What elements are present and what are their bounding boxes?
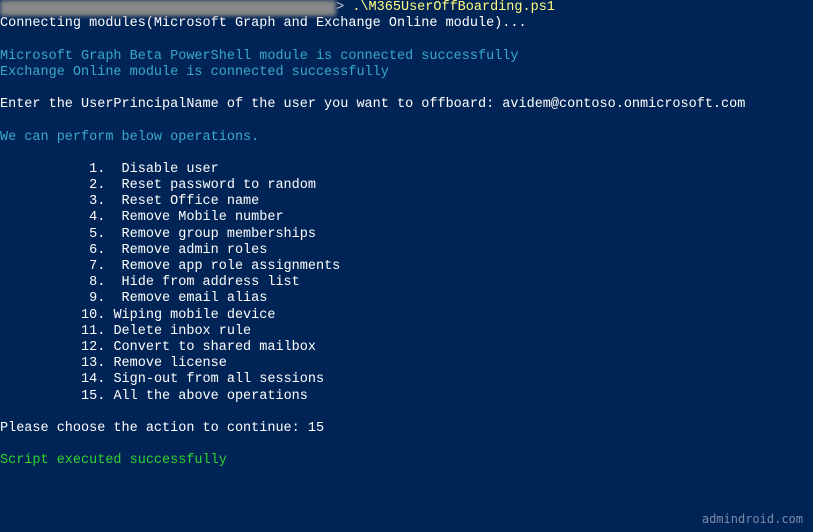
operation-item: 5. Remove group memberships (0, 227, 813, 243)
op-num: 6. (81, 243, 105, 258)
blank-line (0, 81, 813, 97)
op-num: 10. (81, 308, 105, 323)
operation-item: 13. Remove license (0, 356, 813, 372)
operation-item: 15. All the above operations (0, 389, 813, 405)
blank-line (0, 32, 813, 48)
operation-item: 12. Convert to shared mailbox (0, 340, 813, 356)
action-prompt-label: Please choose the action to continue: (0, 421, 308, 436)
op-label: Remove admin roles (122, 243, 268, 258)
operation-item: 10. Wiping mobile device (0, 308, 813, 324)
operation-item: 2. Reset password to random (0, 178, 813, 194)
operations-header: We can perform below operations. (0, 130, 813, 146)
operation-item: 4. Remove Mobile number (0, 210, 813, 226)
op-label: Convert to shared mailbox (113, 340, 316, 355)
op-num: 2. (81, 178, 105, 193)
op-label: Disable user (122, 162, 219, 177)
upn-prompt-label: Enter the UserPrincipalName of the user … (0, 97, 502, 112)
operation-item: 7. Remove app role assignments (0, 259, 813, 275)
op-label: Remove app role assignments (122, 259, 341, 274)
graph-connected-line: Microsoft Graph Beta PowerShell module i… (0, 49, 813, 65)
prompt-line: C:\Users\ArunachalamSekar\Desktop\Script… (0, 0, 813, 16)
op-num: 13. (81, 356, 105, 371)
op-num: 8. (81, 275, 105, 290)
operations-list: 1. Disable user 2. Reset password to ran… (0, 162, 813, 405)
exo-connected-line: Exchange Online module is connected succ… (0, 65, 813, 81)
powershell-terminal[interactable]: C:\Users\ArunachalamSekar\Desktop\Script… (0, 0, 813, 469)
op-num: 7. (81, 259, 105, 274)
op-label: Remove email alias (122, 291, 268, 306)
command-text: .\M365UserOffBoarding.ps1 (352, 0, 555, 15)
op-label: Reset Office name (122, 194, 260, 209)
op-num: 1. (81, 162, 105, 177)
upn-prompt-line: Enter the UserPrincipalName of the user … (0, 97, 813, 113)
op-label: Sign-out from all sessions (113, 372, 324, 387)
blank-line (0, 146, 813, 162)
op-num: 15. (81, 389, 105, 404)
upn-value: avidem@contoso.onmicrosoft.com (502, 97, 745, 112)
operation-item: 3. Reset Office name (0, 194, 813, 210)
action-value: 15 (308, 421, 324, 436)
blank-line (0, 113, 813, 129)
action-prompt-line: Please choose the action to continue: 15 (0, 421, 813, 437)
op-num: 3. (81, 194, 105, 209)
op-label: Wiping mobile device (113, 308, 275, 323)
connecting-modules-line: Connecting modules(Microsoft Graph and E… (0, 16, 813, 32)
watermark: admindroid.com (702, 512, 803, 526)
operation-item: 8. Hide from address list (0, 275, 813, 291)
op-label: Remove Mobile number (122, 210, 284, 225)
operation-item: 14. Sign-out from all sessions (0, 372, 813, 388)
operation-item: 11. Delete inbox rule (0, 324, 813, 340)
op-label: Reset password to random (122, 178, 316, 193)
op-num: 9. (81, 291, 105, 306)
op-num: 5. (81, 227, 105, 242)
prompt-path-blurred: C:\Users\ArunachalamSekar\Desktop\Script… (0, 0, 336, 16)
operation-item: 6. Remove admin roles (0, 243, 813, 259)
op-label: All the above operations (113, 389, 307, 404)
operation-item: 1. Disable user (0, 162, 813, 178)
op-num: 4. (81, 210, 105, 225)
blank-line (0, 405, 813, 421)
op-label: Remove license (113, 356, 226, 371)
prompt-caret: > (336, 0, 352, 15)
operation-item: 9. Remove email alias (0, 291, 813, 307)
blank-line (0, 437, 813, 453)
op-num: 12. (81, 340, 105, 355)
success-line: Script executed successfully (0, 453, 813, 469)
op-num: 11. (81, 324, 105, 339)
op-label: Remove group memberships (122, 227, 316, 242)
op-label: Delete inbox rule (113, 324, 251, 339)
op-num: 14. (81, 372, 105, 387)
op-label: Hide from address list (122, 275, 300, 290)
